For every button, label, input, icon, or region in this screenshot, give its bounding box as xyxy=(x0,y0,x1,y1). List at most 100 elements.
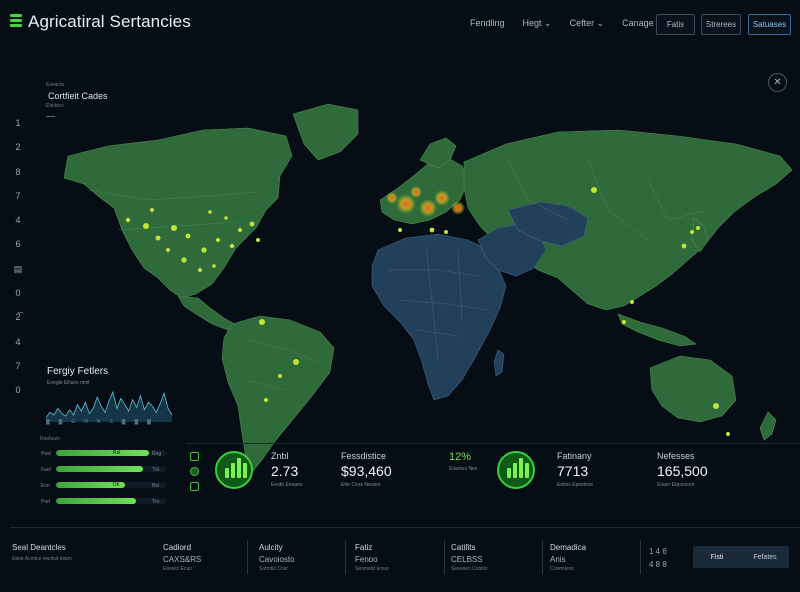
facts-title: Fergiy Fetlers xyxy=(47,366,109,377)
footer-col-4: Fatiz Fenoo Senmetd Ienus xyxy=(355,543,389,572)
header-button-2[interactable]: Strerees xyxy=(701,14,741,35)
footer-col-1: Seal Deantcles Eboe Acmtce ewotsit tewm xyxy=(12,543,72,562)
edit-icon[interactable] xyxy=(190,482,199,491)
footer-label: Seal Deantcles xyxy=(12,543,66,552)
progress-bars: Pesl Rsl Reg Fael Töl Ecn Dh Bsl Pod Tro xyxy=(37,450,183,514)
rail-item-6[interactable]: 6 xyxy=(10,239,26,263)
bar-value: Dh xyxy=(113,482,120,488)
rail-item-5[interactable]: 4 xyxy=(10,215,26,239)
axis-tick: ▓ xyxy=(46,419,50,425)
bar-track xyxy=(56,450,167,456)
bar-track xyxy=(56,482,167,488)
footer-label: Catifits xyxy=(451,543,476,552)
se-asia-islands xyxy=(617,313,697,347)
bar-fill xyxy=(56,450,150,456)
stat-subtitle: Etiaetes Nes xyxy=(449,466,478,472)
bar-row: Fael Töl xyxy=(37,466,183,482)
footer-col-5: Catifits CELBSS Seeesen Cnnitin xyxy=(451,543,488,572)
axis-tick: ▓ xyxy=(121,419,126,425)
rail-item-9[interactable]: 2̅ xyxy=(10,312,26,336)
bar-row: Pod Tro xyxy=(37,498,183,514)
stat-5: Nefesses 165,500 Eriaer Etpoecore xyxy=(657,451,708,488)
rail-item-12[interactable]: 0 xyxy=(10,385,26,409)
facts-subtitle: Enegle Elliues nmit xyxy=(47,380,90,386)
footer-right-top: 1 4 6 xyxy=(649,547,667,556)
stat-subtitle: Efer Cess Neuers xyxy=(341,482,381,488)
legend-note: Ehidecs xyxy=(46,103,64,109)
bar-right-value: Bsl xyxy=(152,483,159,489)
footer-col-3: Aulcity Cavoiosto Sotmtid Cnsr xyxy=(259,543,295,572)
footer-subtitle: Sotmtid Cnsr xyxy=(259,566,288,572)
footer-separator xyxy=(444,540,445,574)
rail-item-8[interactable]: 0 xyxy=(10,288,26,312)
footer-toggle: Fisti Fefates xyxy=(693,546,789,568)
rail-item-3[interactable]: 8 xyxy=(10,167,26,191)
australia xyxy=(649,355,737,423)
header-button-3[interactable]: Satuases xyxy=(748,14,791,35)
footer-value: Fenoo xyxy=(355,555,378,564)
nav-item-2[interactable]: Hegt ⌄ xyxy=(523,18,552,29)
stat-2: Fessdistice $93,460 Efer Cess Neuers xyxy=(341,451,392,488)
bar-row: Ecn Dh Bsl xyxy=(37,482,183,498)
stats-divider xyxy=(186,443,800,444)
bar-fill xyxy=(56,466,143,472)
legend-title: Cortfieit Cades xyxy=(48,91,108,101)
footer-subtitle: Seeesen Cnnitin xyxy=(451,566,488,572)
footer-subtitle: Cotemiens xyxy=(550,566,574,572)
rail-item-10[interactable]: 4 xyxy=(10,337,26,361)
africa xyxy=(371,233,507,401)
footer-value: CAXS&RS xyxy=(163,555,202,564)
axis-tick: ▓ xyxy=(58,419,63,425)
top-nav: Fendling Hegt ⌄ Cefter ⌄ Canage xyxy=(470,18,654,29)
stat-subtitle: Eeotb Eeaaes xyxy=(271,482,303,488)
rail-item-1[interactable]: 1 xyxy=(10,118,26,142)
footer-right-bottom: 4 8 8 xyxy=(649,560,667,569)
bar-label: Pod xyxy=(41,499,50,505)
bar-fill xyxy=(56,498,136,504)
stat-label: 12% xyxy=(449,451,472,463)
footer-button-2[interactable]: Fefates xyxy=(741,554,789,561)
menu-icon[interactable] xyxy=(10,14,22,28)
sparkline-axis: ▓ ▓ G N N S ▓ ▓ ▓ xyxy=(46,419,151,425)
nav-item-4[interactable]: Canage xyxy=(622,18,654,29)
bar-label: Fael xyxy=(41,467,51,473)
globe-icon[interactable] xyxy=(190,467,199,476)
bar-label: Pesl xyxy=(41,451,51,457)
stat-value: $93,460 xyxy=(341,463,392,479)
app-header: Agricatiral Sertancies Fendling Hegt ⌄ C… xyxy=(0,0,800,48)
nav-item-3[interactable]: Cefter ⌄ xyxy=(570,18,605,29)
bar-right-value: Töl xyxy=(152,467,159,473)
footer-button-1[interactable]: Fisti xyxy=(693,554,741,561)
legend-caption: Exeacia xyxy=(46,82,64,88)
bar-value: Rsl xyxy=(113,450,121,456)
nav-item-1[interactable]: Fendling xyxy=(470,18,505,29)
stat-value: 165,500 xyxy=(657,463,708,479)
gauge-icon xyxy=(497,451,535,489)
rail-item-4[interactable]: 7 xyxy=(10,191,26,215)
footer-separator xyxy=(640,540,641,574)
rail-item-11[interactable]: 7 xyxy=(10,361,26,385)
stat-subtitle: Eetins Epeeless xyxy=(557,482,593,488)
stat-label: Fessdistice xyxy=(341,451,387,461)
madagascar xyxy=(493,349,505,377)
check-icon[interactable] xyxy=(190,452,199,461)
bar-row: Pesl Rsl Reg xyxy=(37,450,183,466)
header-button-1[interactable]: Fatis xyxy=(656,14,695,35)
footer-value: Anis xyxy=(550,555,566,564)
footer-label: Cadiord xyxy=(163,543,192,552)
greenland xyxy=(292,103,359,161)
new-zealand xyxy=(759,411,777,441)
bar-track xyxy=(56,466,167,472)
footer-col-6: Demadica Anis Cotemiens xyxy=(550,543,586,572)
stat-value: 2.73 xyxy=(271,463,299,479)
gauge-icon xyxy=(215,451,253,489)
footer-divider xyxy=(10,527,800,528)
close-icon[interactable]: ✕ xyxy=(768,73,787,92)
footer-separator xyxy=(542,540,543,574)
bars-header: Reefuuis xyxy=(40,436,60,442)
axis-tick: ▓ xyxy=(134,419,139,425)
footer-label: Demadica xyxy=(550,543,587,552)
rail-item-7[interactable]: ▤ xyxy=(10,264,26,288)
stat-3: 12% Etiaetes Nes xyxy=(449,451,477,472)
rail-item-2[interactable]: 2 xyxy=(10,142,26,166)
